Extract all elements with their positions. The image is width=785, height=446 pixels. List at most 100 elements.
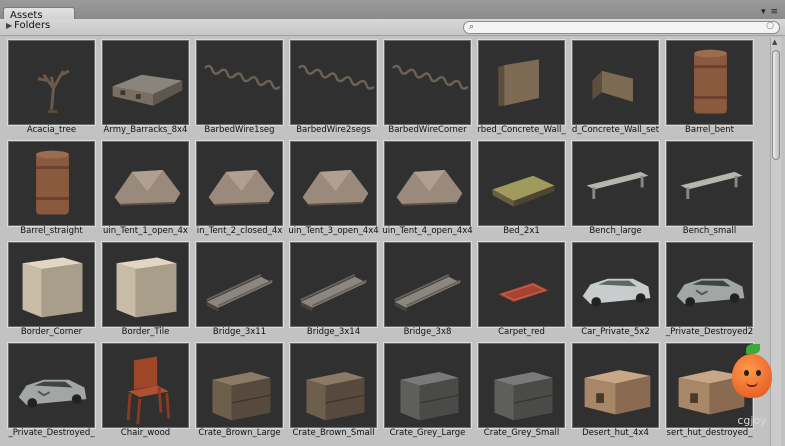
- asset-label: BarbedWire2segs: [296, 125, 371, 135]
- asset-label: rbed_Concrete_Wall_: [477, 125, 566, 135]
- asset-item[interactable]: BarbedWire1seg: [194, 38, 285, 136]
- mascot-eye: [756, 370, 761, 376]
- search-icon: ⌕: [469, 22, 475, 32]
- clear-search-icon[interactable]: ○: [766, 21, 774, 31]
- window-menu-icon[interactable]: ▾ ≡: [761, 7, 779, 17]
- asset-item[interactable]: rbed_Concrete_Wall_: [476, 38, 567, 136]
- tent-icon: [384, 141, 471, 226]
- barrel-icon: [666, 40, 753, 125]
- asset-label: Bridge_3x8: [403, 327, 452, 337]
- crate-icon: [290, 343, 377, 428]
- asset-label: Car_Private_5x2: [581, 327, 650, 337]
- barrel-icon: [8, 141, 95, 226]
- mascot-eye: [744, 370, 749, 376]
- mascot-leaf: [746, 344, 760, 354]
- asset-item[interactable]: Crate_Brown_Small: [288, 341, 379, 439]
- asset-item[interactable]: _Private_Destroyed2: [664, 240, 755, 338]
- asset-label: Border_Tile: [121, 327, 170, 337]
- asset-label: Bridge_3x14: [306, 327, 361, 337]
- asset-item[interactable]: Crate_Brown_Large: [194, 341, 285, 439]
- barbed-wire-icon: [196, 40, 283, 125]
- bridge-icon: [290, 242, 377, 327]
- asset-item[interactable]: Desert_hut_4x4: [570, 341, 661, 439]
- border-block-icon: [102, 242, 189, 327]
- car-destroyed-icon: [8, 343, 95, 428]
- asset-item[interactable]: uin_Tent_1_open_4x: [100, 139, 191, 237]
- concrete-wall-icon: [478, 40, 565, 125]
- asset-item[interactable]: Bed_2x1: [476, 139, 567, 237]
- search-field[interactable]: ⌕ ○: [463, 21, 780, 34]
- asset-item[interactable]: Crate_Grey_Small: [476, 341, 567, 439]
- bench-icon: [572, 141, 659, 226]
- asset-label: uin_Tent_3_open_4x4: [288, 226, 379, 236]
- asset-item[interactable]: Barrel_straight: [6, 139, 97, 237]
- expand-triangle-icon: ▶: [6, 21, 13, 30]
- asset-label: BarbedWireCorner: [388, 125, 467, 135]
- asset-item[interactable]: Carpet_red: [476, 240, 567, 338]
- asset-item[interactable]: in_Tent_2_closed_4x: [194, 139, 285, 237]
- search-input[interactable]: [482, 22, 762, 33]
- asset-label: uin_Tent_4_open_4x4: [382, 226, 473, 236]
- asset-item[interactable]: Crate_Grey_Large: [382, 341, 473, 439]
- scroll-up-icon[interactable]: ▲: [772, 38, 777, 46]
- asset-item[interactable]: Bridge_3x11: [194, 240, 285, 338]
- asset-label: Desert_hut_4x4: [582, 428, 649, 438]
- tent-icon: [196, 141, 283, 226]
- asset-item[interactable]: Army_Barracks_8x4: [100, 38, 191, 136]
- carpet-icon: [478, 242, 565, 327]
- asset-label: BarbedWire1seg: [204, 125, 275, 135]
- crate-icon: [384, 343, 471, 428]
- asset-item[interactable]: Acacia_tree: [6, 38, 97, 136]
- watermark-text: cgjoy: [737, 414, 767, 427]
- asset-item[interactable]: Bench_large: [570, 139, 661, 237]
- crate-icon: [478, 343, 565, 428]
- asset-label: Barrel_bent: [685, 125, 734, 135]
- border-block-icon: [8, 242, 95, 327]
- chair-icon: [102, 343, 189, 428]
- bench-icon: [666, 141, 753, 226]
- asset-item[interactable]: uin_Tent_4_open_4x4: [382, 139, 473, 237]
- asset-label: _Private_Destroyed2: [665, 327, 754, 337]
- bed-icon: [478, 141, 565, 226]
- asset-item[interactable]: _Private_Destroyed_: [6, 341, 97, 439]
- asset-label: Chair_wood: [120, 428, 171, 438]
- asset-label: Bridge_3x11: [212, 327, 267, 337]
- asset-label: Carpet_red: [498, 327, 545, 337]
- asset-item[interactable]: BarbedWireCorner: [382, 38, 473, 136]
- tent-icon: [290, 141, 377, 226]
- asset-label: _Private_Destroyed_: [8, 428, 95, 438]
- car-destroyed-icon: [666, 242, 753, 327]
- asset-grid: Acacia_tree Army_Barracks_8x4 BarbedWire1s…: [6, 38, 768, 446]
- car-icon: [572, 242, 659, 327]
- asset-item[interactable]: Border_Corner: [6, 240, 97, 338]
- asset-item[interactable]: Bench_small: [664, 139, 755, 237]
- asset-item[interactable]: uin_Tent_3_open_4x4: [288, 139, 379, 237]
- asset-item[interactable]: Bridge_3x8: [382, 240, 473, 338]
- mascot-icon: [732, 354, 772, 398]
- asset-label: Bench_small: [682, 226, 737, 236]
- asset-label: Crate_Grey_Large: [389, 428, 466, 438]
- hut-icon: [572, 343, 659, 428]
- asset-label: Crate_Brown_Small: [292, 428, 375, 438]
- asset-item[interactable]: d_Concrete_Wall_set: [570, 38, 661, 136]
- folders-label: Folders: [14, 20, 51, 31]
- folders-toggle[interactable]: ▶ Folders: [6, 20, 50, 31]
- barbed-wire-icon: [384, 40, 471, 125]
- bridge-icon: [384, 242, 471, 327]
- crate-icon: [196, 343, 283, 428]
- asset-label: Bed_2x1: [503, 226, 540, 236]
- asset-item[interactable]: Car_Private_5x2: [570, 240, 661, 338]
- asset-item[interactable]: BarbedWire2segs: [288, 38, 379, 136]
- asset-item[interactable]: Barrel_bent: [664, 38, 755, 136]
- barbed-wire-icon: [290, 40, 377, 125]
- scrollbar-thumb[interactable]: [772, 50, 780, 160]
- assets-window: Assets ▾ ≡ ▶ Folders ⌕ ○ Acacia_tree Army_…: [0, 0, 785, 446]
- bridge-icon: [196, 242, 283, 327]
- asset-item[interactable]: Border_Tile: [100, 240, 191, 338]
- watermark-badge: cgjoy: [724, 340, 780, 430]
- asset-label: Border_Corner: [20, 327, 83, 337]
- asset-label: Crate_Grey_Small: [483, 428, 560, 438]
- asset-item[interactable]: Chair_wood: [100, 341, 191, 439]
- concrete-wall-set-icon: [572, 40, 659, 125]
- asset-item[interactable]: Bridge_3x14: [288, 240, 379, 338]
